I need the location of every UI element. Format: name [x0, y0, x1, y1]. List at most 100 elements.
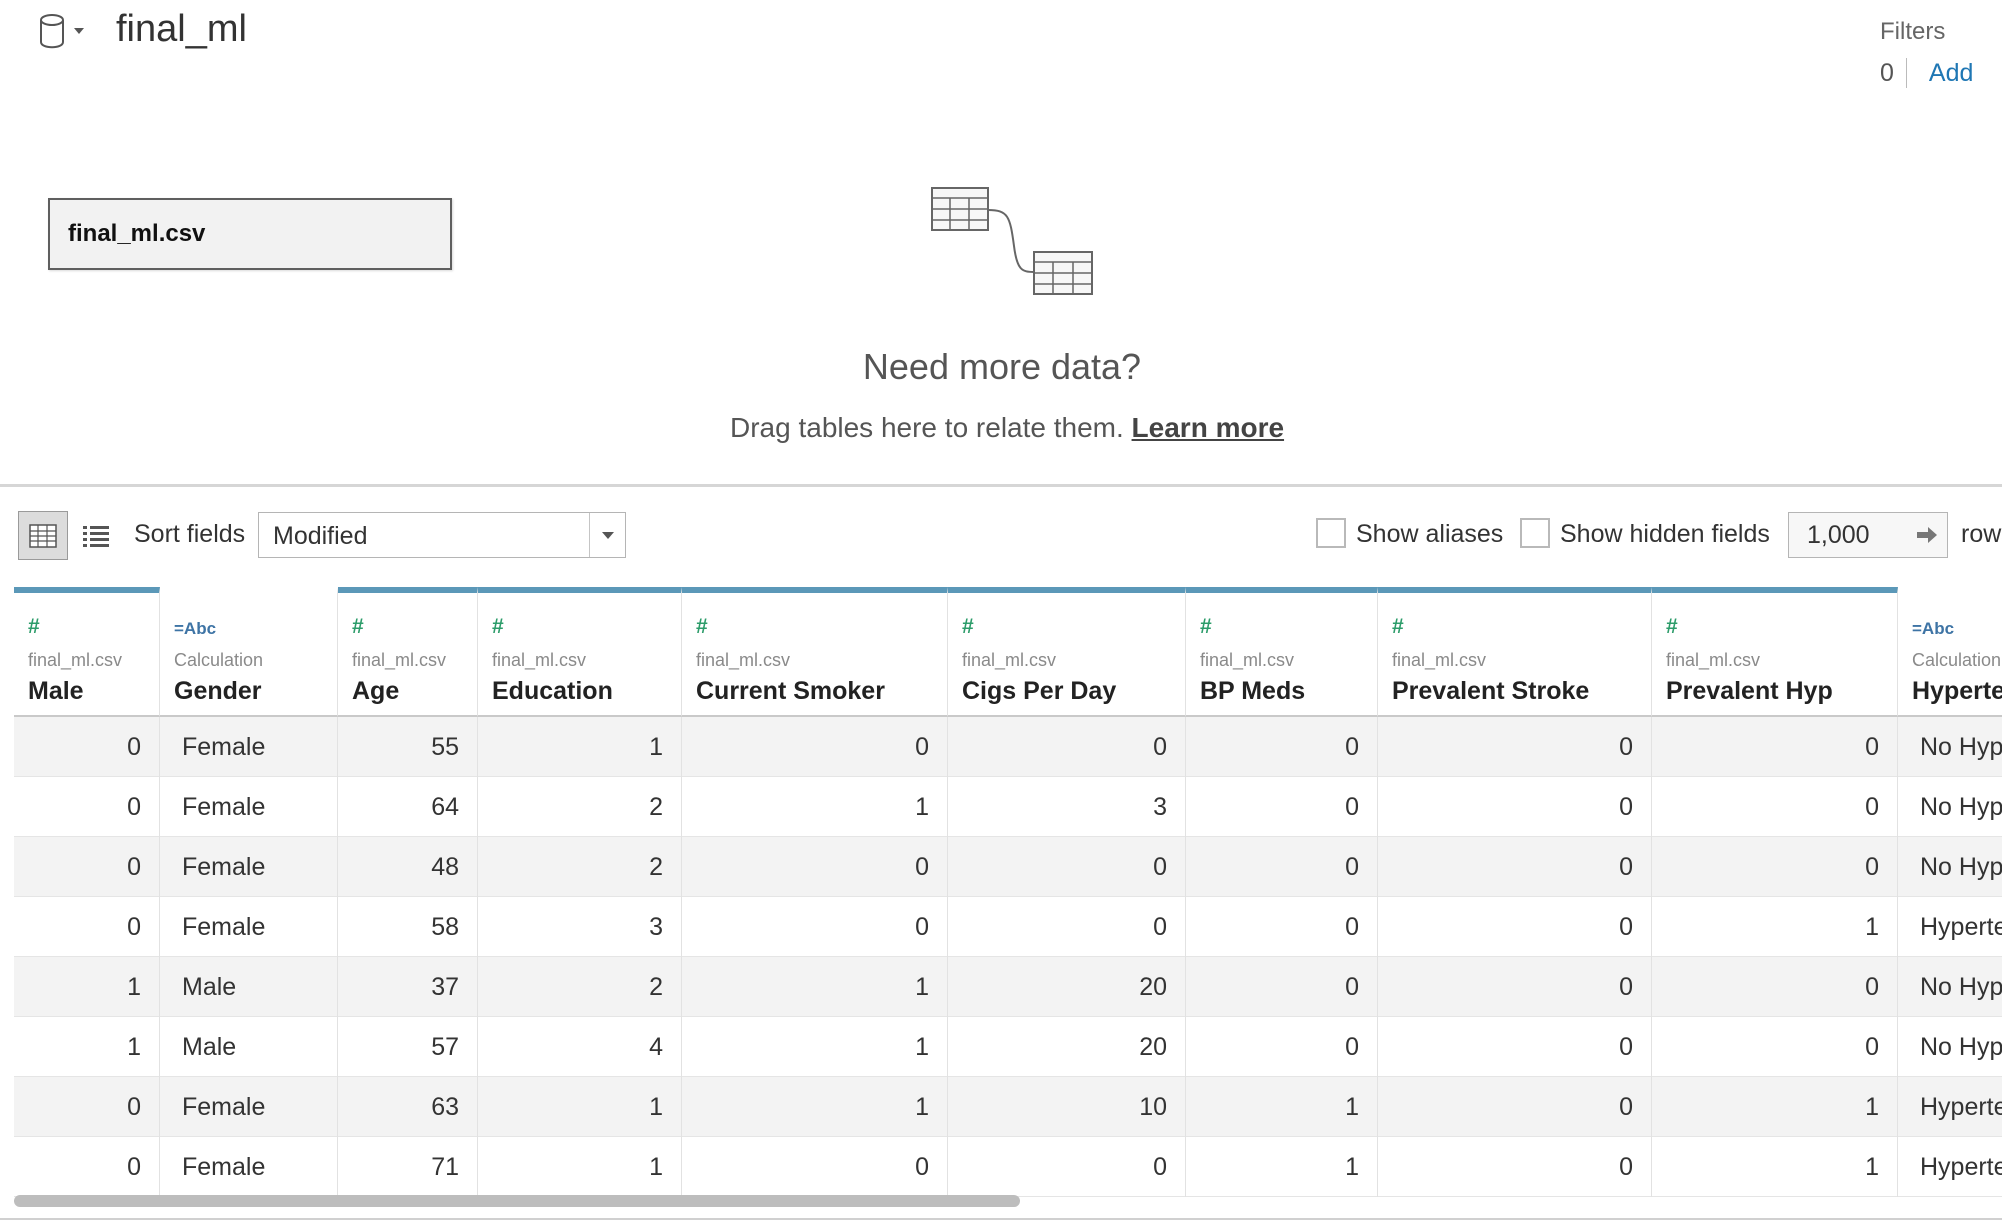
- sort-fields-label: Sort fields: [134, 520, 246, 548]
- add-filter-link[interactable]: Add: [1907, 58, 1973, 88]
- number-type-icon[interactable]: #: [1666, 615, 1678, 639]
- column-header[interactable]: # final_ml.csv Education: [478, 587, 682, 717]
- column-name[interactable]: Age: [352, 677, 399, 706]
- table-cell: Male: [160, 1017, 338, 1077]
- rows-label: rows: [1961, 520, 2002, 548]
- column-name[interactable]: Cigs Per Day: [962, 677, 1116, 706]
- column-header[interactable]: # final_ml.csv Current Smoker: [682, 587, 948, 717]
- column-name[interactable]: BP Meds: [1200, 677, 1305, 706]
- number-type-icon[interactable]: #: [696, 615, 708, 639]
- datasource-title[interactable]: final_ml: [116, 8, 247, 51]
- relate-heading: Need more data?: [862, 346, 1142, 387]
- database-icon[interactable]: [38, 12, 90, 52]
- number-type-icon[interactable]: #: [28, 615, 40, 639]
- number-type-icon[interactable]: #: [492, 615, 504, 639]
- canvas-divider[interactable]: [0, 484, 2002, 487]
- filters-count: 0: [1880, 58, 1907, 88]
- column-header[interactable]: # final_ml.csv BP Meds: [1186, 587, 1378, 717]
- table-cell: 3: [478, 897, 682, 957]
- number-type-icon[interactable]: #: [1200, 615, 1212, 639]
- column-header[interactable]: # final_ml.csv Prevalent Stroke: [1378, 587, 1652, 717]
- chevron-down-icon[interactable]: [589, 513, 625, 557]
- table-row: 0Female55100000No Hype: [14, 717, 2002, 777]
- table-cell: 20: [948, 957, 1186, 1017]
- table-cell: 0: [1378, 837, 1652, 897]
- column-source: final_ml.csv: [962, 650, 1057, 670]
- sort-fields-select[interactable]: Modified: [258, 512, 626, 558]
- table-cell: 0: [948, 717, 1186, 777]
- rows-limit-input[interactable]: 1,000: [1788, 512, 1948, 558]
- table-cell: Hyperte: [1898, 1137, 2002, 1197]
- learn-more-link[interactable]: Learn more: [1132, 412, 1285, 443]
- table-cell: No Hype: [1898, 1017, 2002, 1077]
- table-cell: Female: [160, 897, 338, 957]
- table-cell: 1: [478, 1137, 682, 1197]
- column-header[interactable]: =Abc Calculation Gender: [160, 587, 338, 717]
- table-cell: 0: [1652, 957, 1898, 1017]
- rows-limit-value[interactable]: 1,000: [1789, 521, 1907, 550]
- table-cell: 0: [948, 837, 1186, 897]
- calculated-string-type-icon[interactable]: =Abc: [1912, 619, 1954, 639]
- show-hidden-fields-label[interactable]: Show hidden fields: [1560, 520, 1770, 549]
- column-header[interactable]: # final_ml.csv Age: [338, 587, 478, 717]
- filters-label: Filters: [1880, 18, 1946, 45]
- table-cell: 0: [1378, 717, 1652, 777]
- table-cell: 1: [1652, 1137, 1898, 1197]
- horizontal-scrollbar[interactable]: [14, 1195, 1020, 1207]
- show-aliases-label[interactable]: Show aliases: [1356, 520, 1503, 549]
- column-name[interactable]: Prevalent Hyp: [1666, 677, 1833, 706]
- grid-view-button[interactable]: [18, 511, 68, 560]
- table-cell: Female: [160, 837, 338, 897]
- data-grid[interactable]: # final_ml.csv Male =Abc Calculation Gender # f…: [14, 587, 2002, 1220]
- column-name[interactable]: Current Smoker: [696, 677, 885, 706]
- table-cell: 0: [682, 897, 948, 957]
- table-cell: 1: [682, 1077, 948, 1137]
- arrow-right-icon[interactable]: [1907, 525, 1947, 545]
- table-cell: 4: [478, 1017, 682, 1077]
- table-cell: 63: [338, 1077, 478, 1137]
- column-name[interactable]: Male: [28, 677, 84, 706]
- logical-table-final-ml[interactable]: final_ml.csv: [48, 198, 452, 270]
- table-cell: 1: [478, 1077, 682, 1137]
- table-row: 0Female48200000No Hype: [14, 837, 2002, 897]
- column-header[interactable]: # final_ml.csv Cigs Per Day: [948, 587, 1186, 717]
- table-cell: 0: [1186, 717, 1378, 777]
- list-view-button[interactable]: [80, 520, 112, 552]
- table-cell: Hyperte: [1898, 897, 2002, 957]
- column-name[interactable]: Education: [492, 677, 613, 706]
- table-cell: 1: [682, 1017, 948, 1077]
- table-cell: 0: [14, 1077, 160, 1137]
- table-cell: 1: [682, 957, 948, 1017]
- table-cell: 0: [1186, 837, 1378, 897]
- column-source: final_ml.csv: [696, 650, 791, 670]
- column-name[interactable]: Prevalent Stroke: [1392, 677, 1589, 706]
- number-type-icon[interactable]: #: [1392, 615, 1404, 639]
- table-cell: 0: [1652, 837, 1898, 897]
- table-cell: 37: [338, 957, 478, 1017]
- table-cell: 0: [1378, 777, 1652, 837]
- number-type-icon[interactable]: #: [352, 615, 364, 639]
- table-cell: 0: [14, 777, 160, 837]
- table-cell: 2: [478, 957, 682, 1017]
- table-cell: 20: [948, 1017, 1186, 1077]
- table-cell: 0: [1186, 777, 1378, 837]
- column-source: final_ml.csv: [1666, 650, 1761, 670]
- number-type-icon[interactable]: #: [962, 615, 974, 639]
- table-cell: 48: [338, 837, 478, 897]
- column-header[interactable]: =Abc Calculation Hyperten: [1898, 587, 2002, 717]
- table-cell: 57: [338, 1017, 478, 1077]
- table-cell: 0: [14, 837, 160, 897]
- table-cell: 1: [1186, 1137, 1378, 1197]
- table-cell: 0: [682, 837, 948, 897]
- column-name[interactable]: Gender: [174, 677, 262, 706]
- table-cell: 1: [14, 1017, 160, 1077]
- show-aliases-checkbox[interactable]: [1316, 518, 1346, 548]
- column-header[interactable]: # final_ml.csv Prevalent Hyp: [1652, 587, 1898, 717]
- table-cell: 71: [338, 1137, 478, 1197]
- table-cell: 1: [478, 717, 682, 777]
- column-header[interactable]: # final_ml.csv Male: [14, 587, 160, 717]
- show-hidden-fields-checkbox[interactable]: [1520, 518, 1550, 548]
- table-cell: Female: [160, 1077, 338, 1137]
- calculated-string-type-icon[interactable]: =Abc: [174, 619, 216, 639]
- column-name[interactable]: Hyperten: [1912, 677, 2002, 706]
